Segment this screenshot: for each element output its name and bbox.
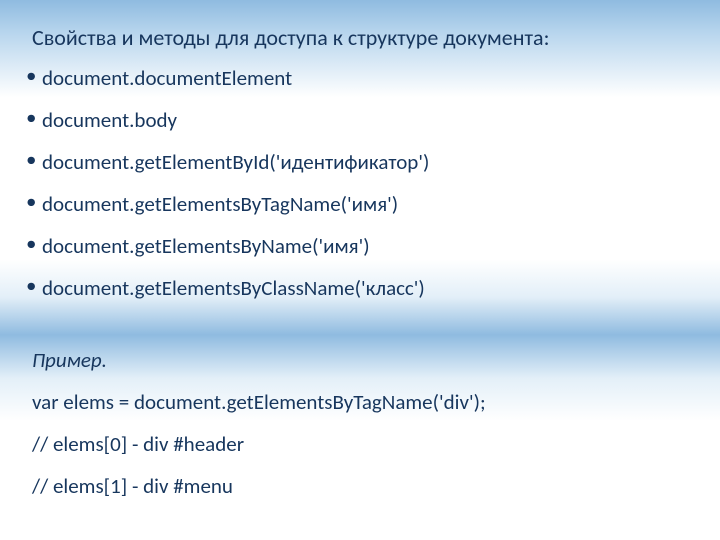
slide-heading: Свойства и методы для доступа к структур… bbox=[32, 24, 694, 51]
list-item: document.documentElement bbox=[26, 65, 694, 91]
example-label: Пример. bbox=[32, 347, 694, 373]
code-line: // elems[0] - div #header bbox=[32, 431, 694, 457]
list-item: document.getElementsByName('имя') bbox=[26, 233, 694, 259]
methods-list: document.documentElement document.body d… bbox=[26, 65, 694, 301]
code-line: var elems = document.getElementsByTagNam… bbox=[32, 389, 694, 415]
list-item: document.getElementsByClassName('класс') bbox=[26, 275, 694, 301]
example-block: Пример. var elems = document.getElements… bbox=[26, 347, 694, 499]
list-item: document.getElementById('идентификатор') bbox=[26, 149, 694, 175]
code-line: // elems[1] - div #menu bbox=[32, 473, 694, 499]
list-item: document.getElementsByTagName('имя') bbox=[26, 191, 694, 217]
list-item: document.body bbox=[26, 107, 694, 133]
